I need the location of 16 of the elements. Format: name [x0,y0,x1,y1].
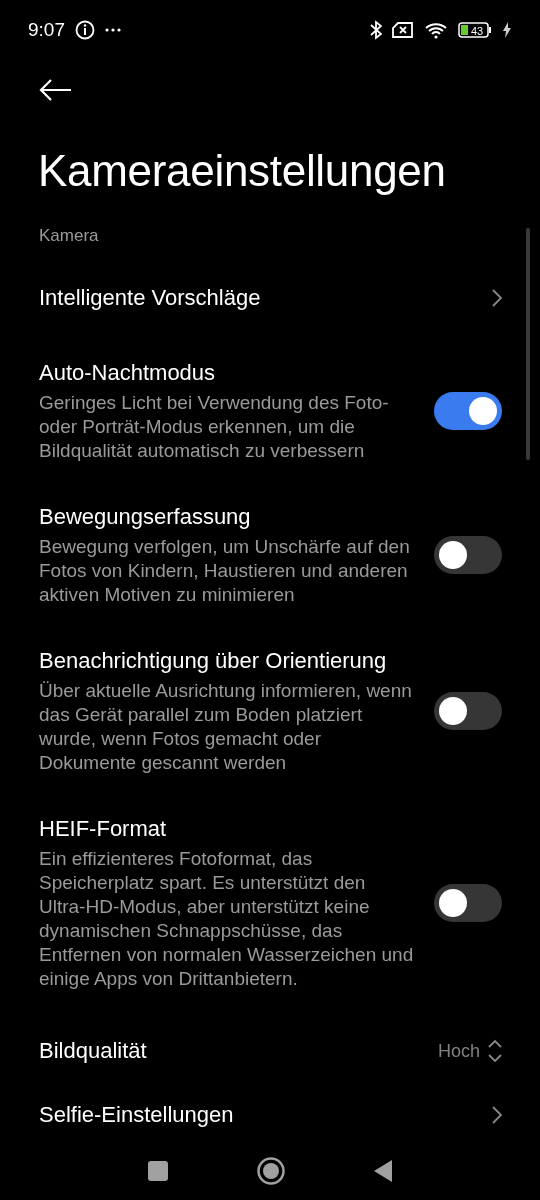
setting-description: Bewegung verfolgen, um Unschärfe auf den Fotos von Kindern, Haustieren und anderen aktiven Motiven zu minimieren [39,535,411,607]
setting-value[interactable]: Hoch [437,1040,480,1062]
setting-title: Selfie-Einstellungen [39,1101,235,1129]
setting-title: Intelligente Vorschläge [39,284,262,312]
setting-title: Bildqualität [39,1037,148,1065]
setting-description: Geringes Licht bei Verwendung des Foto- oder Porträt-Modus erkennen, um die Bildqualität automatisch zu verbessern [39,391,390,463]
setting-title: Auto-Nachtmodus [39,359,217,387]
section-header: Kamera [39,226,100,246]
setting-title: Benachrichtigung über Orientierung [39,647,388,675]
setting-title: HEIF-Format [39,815,168,843]
clock: 9:07 [28,19,65,41]
setting-description: Über aktuelle Ausrichtung informieren, wenn das Gerät parallel zum Boden platziert wurde, wenn Fotos gemacht oder Dokumente gescannt werden [39,679,413,775]
setting-title: Bewegungserfassung [39,503,252,531]
battery-icon: 43 [458,22,492,38]
setting-description: Ein effizienteres Fotoformat, das Speicherplatz spart. Es unterstützt den Ultra-HD-Modus, aber unterstützt keine dynamischen Schnappschüsse, das Entfernen von normalen Wasserzeichen und einige Apps von Drittanbietern. [39,847,414,991]
page-title: Kameraeinstellungen [38,146,447,196]
